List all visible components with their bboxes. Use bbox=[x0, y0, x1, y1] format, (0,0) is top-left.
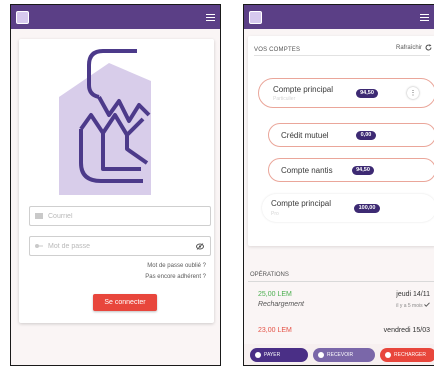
operation-label: Rechargement bbox=[258, 301, 304, 308]
receive-button[interactable]: RECEVOIR bbox=[313, 348, 375, 362]
divider bbox=[248, 281, 434, 282]
bottom-action-bar: PAYER RECEVOIR RECHARGER bbox=[244, 344, 434, 365]
operation-amount: 25,00 LEM bbox=[258, 291, 292, 298]
app-logo-icon bbox=[16, 10, 29, 24]
more-options-icon[interactable]: ⋮ bbox=[407, 87, 419, 99]
account-subtitle: Pro bbox=[271, 211, 279, 217]
receive-icon bbox=[318, 352, 324, 358]
brand-logo bbox=[59, 49, 151, 195]
pay-label: PAYER bbox=[264, 352, 281, 358]
connect-button[interactable]: Se connecter bbox=[93, 294, 157, 311]
check-icon bbox=[424, 302, 430, 307]
account-balance-badge: 100,00 bbox=[354, 204, 380, 213]
account-name: Compte principal bbox=[273, 85, 334, 94]
operation-age-text: il y a 5 mois bbox=[396, 303, 423, 309]
dashboard-screen: VOS COMPTES Rafraîchir Compte principal … bbox=[243, 4, 434, 366]
username-field[interactable] bbox=[29, 206, 211, 226]
operation-age: il y a 5 mois bbox=[396, 302, 430, 309]
password-field[interactable] bbox=[29, 236, 211, 256]
login-screen: Mot de passe oublié ? Pas encore adhéren… bbox=[10, 4, 221, 366]
accounts-card: VOS COMPTES Rafraîchir Compte principal … bbox=[248, 36, 434, 246]
account-balance-badge: 94,50 bbox=[352, 166, 374, 175]
forgot-password-link[interactable]: Mot de passe oublié ? bbox=[147, 263, 206, 269]
recharge-button[interactable]: RECHARGER bbox=[380, 348, 434, 362]
hamburger-menu-icon[interactable] bbox=[206, 13, 215, 21]
not-member-link[interactable]: Pas encore adhérent ? bbox=[145, 274, 206, 280]
receive-label: RECEVOIR bbox=[327, 352, 354, 358]
user-icon bbox=[35, 213, 43, 219]
app-logo-icon bbox=[249, 10, 262, 24]
refresh-icon bbox=[425, 44, 432, 51]
hamburger-menu-icon[interactable] bbox=[420, 13, 429, 21]
key-icon bbox=[35, 244, 43, 248]
divider bbox=[254, 55, 430, 56]
account-name: Compte principal bbox=[271, 199, 332, 208]
refresh-label: Rafraîchir bbox=[395, 44, 422, 51]
account-item-nantis[interactable]: Compte nantis 94,50 bbox=[268, 158, 434, 182]
accounts-section-title: VOS COMPTES bbox=[254, 47, 301, 53]
account-balance-badge: 94,50 bbox=[356, 89, 378, 98]
recharge-label: RECHARGER bbox=[394, 352, 426, 358]
account-name: Compte nantis bbox=[281, 166, 333, 175]
pay-button[interactable]: PAYER bbox=[250, 348, 308, 362]
operation-date: jeudi 14/11 bbox=[396, 291, 430, 298]
eye-icon[interactable] bbox=[196, 243, 204, 250]
username-input[interactable] bbox=[48, 212, 178, 220]
account-balance-badge: 0,00 bbox=[356, 131, 376, 140]
account-name: Crédit mutuel bbox=[281, 131, 329, 140]
account-item-credit-mutuel[interactable]: Crédit mutuel 0,00 bbox=[268, 123, 434, 147]
pay-icon bbox=[255, 352, 261, 358]
dashboard-content: VOS COMPTES Rafraîchir Compte principal … bbox=[244, 29, 434, 345]
account-item-principal-2[interactable]: Compte principal Pro 100,00 bbox=[262, 194, 434, 222]
operation-amount: 23,00 LEM bbox=[258, 327, 292, 334]
login-card: Mot de passe oublié ? Pas encore adhéren… bbox=[19, 39, 214, 323]
recharge-icon bbox=[385, 352, 391, 358]
account-subtitle: Particulier bbox=[273, 96, 296, 102]
refresh-button[interactable]: Rafraîchir bbox=[396, 44, 432, 51]
operation-date: vendredi 15/03 bbox=[383, 327, 430, 334]
account-item-principal[interactable]: Compte principal Particulier 94,50 ⋮ bbox=[258, 78, 434, 108]
password-input[interactable] bbox=[48, 242, 178, 250]
app-bar bbox=[244, 5, 434, 29]
app-bar bbox=[11, 5, 220, 29]
operations-section-title: OPÉRATIONS bbox=[250, 272, 289, 278]
